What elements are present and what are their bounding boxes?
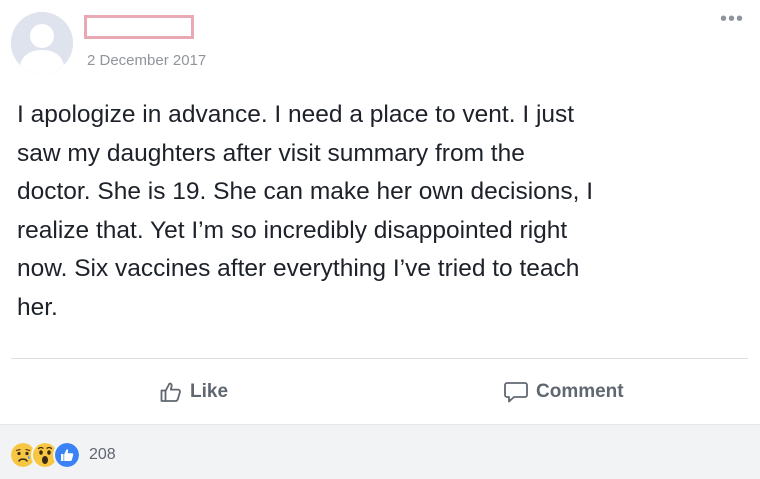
more-dots-icon: •••	[719, 8, 744, 30]
like-reaction-icon	[53, 441, 81, 469]
avatar[interactable]	[11, 12, 73, 74]
post-text: I apologize in advance. I need a place t…	[17, 96, 747, 327]
thumbs-up-icon	[160, 382, 181, 402]
post-text-line: I apologize in advance. I need a place t…	[17, 101, 575, 128]
post-timestamp[interactable]: 2 December 2017	[87, 52, 206, 69]
post-text-line: saw my daughters after visit summary fro…	[17, 139, 525, 167]
reactions-footer: 208	[0, 424, 760, 479]
like-label: Like	[190, 381, 229, 402]
comment-label: Comment	[536, 381, 624, 402]
post-text-line: doctor. She is 19. She can make her own …	[17, 178, 594, 205]
default-profile-icon	[11, 12, 73, 74]
reaction-count: 208	[89, 446, 116, 463]
like-button[interactable]: Like	[159, 374, 228, 410]
post-text-line: realize that. Yet I’m so incredibly disa…	[17, 216, 568, 244]
reactions-summary[interactable]: 208	[9, 441, 116, 469]
divider	[11, 358, 748, 359]
post-text-line: her.	[17, 293, 58, 321]
author-name-redacted	[84, 15, 194, 39]
facebook-post: 2 December 2017 ••• I apologize in advan…	[0, 0, 760, 479]
comment-bubble-icon	[504, 382, 528, 403]
more-options-button[interactable]: •••	[720, 9, 744, 29]
post-text-line: now. Six vaccines after everything I’ve …	[17, 255, 580, 282]
comment-button[interactable]: Comment	[503, 374, 624, 410]
